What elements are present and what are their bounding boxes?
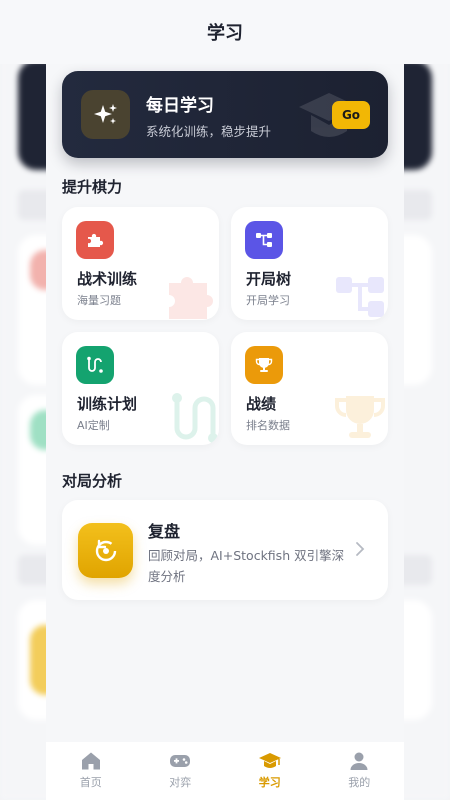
card-title: 战绩 xyxy=(246,395,277,413)
card-tactics-training[interactable]: 战术训练 海量习题 xyxy=(62,207,219,320)
card-title: 训练计划 xyxy=(77,395,138,413)
card-title: 战术训练 xyxy=(77,270,138,288)
user-icon xyxy=(350,752,368,770)
tab-profile[interactable]: 我的 xyxy=(315,742,405,800)
review-title: 复盘 xyxy=(148,522,181,541)
puzzle-icon xyxy=(76,221,114,259)
go-button[interactable]: Go xyxy=(332,101,370,129)
tab-label: 对弈 xyxy=(169,776,192,789)
review-card[interactable]: 复盘 回顾对局，AI+Stockfish 双引擎深度分析 xyxy=(62,500,388,600)
puzzle-watermark-icon xyxy=(169,277,213,319)
bottom-tab-bar: 首页 对弈 学习 我的 xyxy=(46,742,404,800)
card-subtitle: 排名数据 xyxy=(246,419,290,432)
page-title: 学习 xyxy=(207,23,243,44)
chevron-right-icon xyxy=(356,542,365,556)
section-title-analysis: 对局分析 xyxy=(62,472,123,490)
replay-icon xyxy=(78,523,133,578)
card-subtitle: AI定制 xyxy=(77,419,110,432)
card-subtitle: 海量习题 xyxy=(77,294,121,307)
tree-icon xyxy=(245,221,283,259)
tab-study[interactable]: 学习 xyxy=(225,742,315,800)
tab-play[interactable]: 对弈 xyxy=(136,742,226,800)
card-title: 开局树 xyxy=(246,270,292,288)
tab-label: 学习 xyxy=(258,776,281,789)
sparkles-icon xyxy=(81,90,130,139)
route-watermark-icon xyxy=(172,393,218,443)
gamepad-icon xyxy=(170,755,191,767)
banner-subtitle: 系统化训练，稳步提升 xyxy=(146,124,272,139)
section-title-improve: 提升棋力 xyxy=(62,178,123,196)
tree-watermark-icon xyxy=(336,277,384,317)
daily-study-banner[interactable]: 每日学习 系统化训练，稳步提升 Go xyxy=(62,71,388,158)
review-description: 回顾对局，AI+Stockfish 双引擎深度分析 xyxy=(148,548,345,584)
banner-title: 每日学习 xyxy=(146,96,214,116)
tab-home[interactable]: 首页 xyxy=(46,742,136,800)
trophy-watermark-icon xyxy=(335,396,385,438)
card-records[interactable]: 战绩 排名数据 xyxy=(231,332,388,445)
tab-label: 首页 xyxy=(79,776,102,789)
home-icon xyxy=(81,752,100,770)
trophy-icon xyxy=(245,346,283,384)
graduation-cap-icon xyxy=(258,753,281,768)
tab-label: 我的 xyxy=(348,776,371,789)
card-training-plan[interactable]: 训练计划 AI定制 xyxy=(62,332,219,445)
route-icon xyxy=(76,346,114,384)
card-subtitle: 开局学习 xyxy=(246,294,290,307)
top-header: 学习 xyxy=(0,0,450,64)
card-opening-tree[interactable]: 开局树 开局学习 xyxy=(231,207,388,320)
